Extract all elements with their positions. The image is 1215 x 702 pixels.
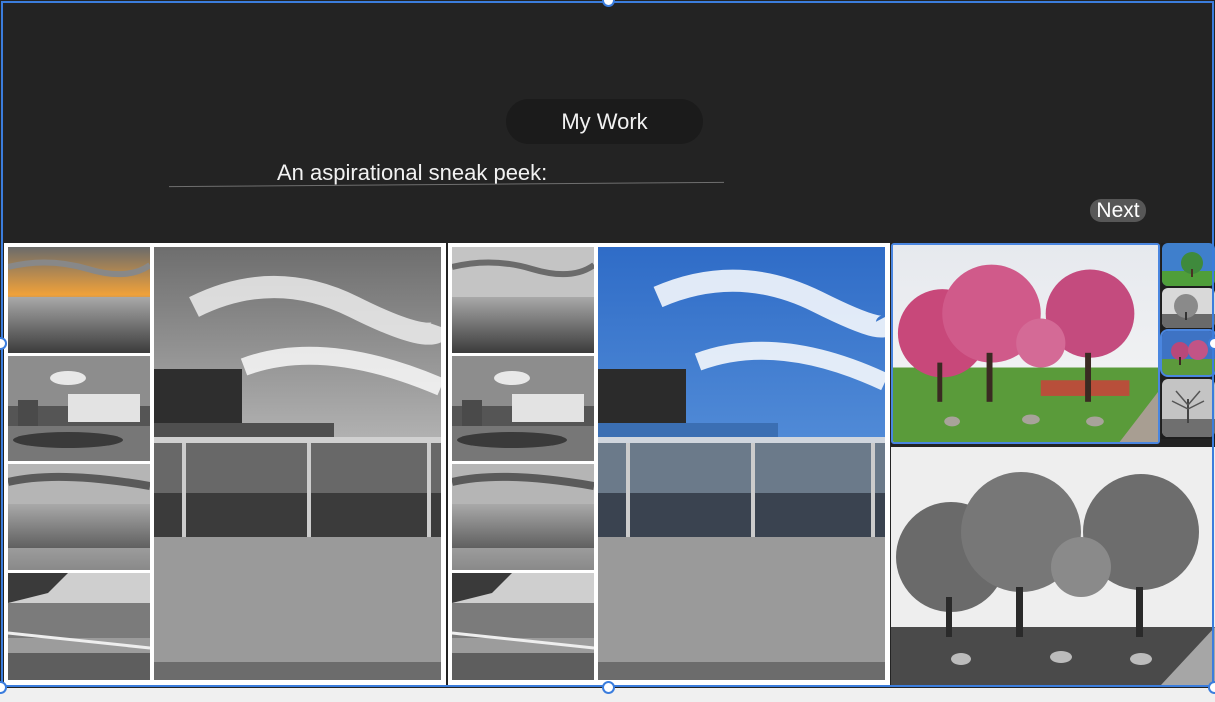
presentation-slide[interactable]: My Work An aspirational sneak peek: Next (0, 0, 1215, 688)
bare-tree-bw-thumb[interactable] (1162, 379, 1215, 437)
sunset-sea-photo[interactable] (8, 247, 150, 353)
resize-handle-bottom-right[interactable] (1208, 681, 1215, 694)
pier-railing-photo[interactable] (8, 573, 150, 680)
sea-horizon-photo[interactable] (452, 464, 594, 570)
cherry-blossom-trees-color[interactable] (891, 243, 1160, 444)
subtitle-text: An aspirational sneak peek: (277, 160, 548, 185)
collage-color-accent[interactable] (448, 243, 890, 685)
next-button[interactable]: Next (1090, 199, 1146, 222)
pier-railing-photo[interactable] (452, 573, 594, 680)
opera-house-waterfront-color[interactable] (598, 247, 885, 680)
hotel-building-photo[interactable] (8, 356, 150, 461)
sea-horizon-photo[interactable] (8, 464, 150, 570)
resize-handle-bottom[interactable] (602, 681, 615, 694)
collage-black-and-white[interactable] (4, 243, 446, 685)
tree-color-thumb[interactable] (1162, 243, 1215, 286)
cherry-blossom-trees-bw[interactable] (891, 447, 1215, 685)
resize-handle-right[interactable] (1208, 337, 1215, 350)
tree-color-selected-thumb[interactable] (1160, 329, 1215, 377)
opera-house-waterfront-bw[interactable] (154, 247, 441, 680)
page-title: My Work (506, 99, 703, 144)
tree-bw-thumb[interactable] (1162, 288, 1215, 328)
thumbnail-strip[interactable] (1160, 243, 1215, 439)
hotel-building-photo[interactable] (452, 356, 594, 461)
sea-horizon-photo[interactable] (452, 247, 594, 353)
